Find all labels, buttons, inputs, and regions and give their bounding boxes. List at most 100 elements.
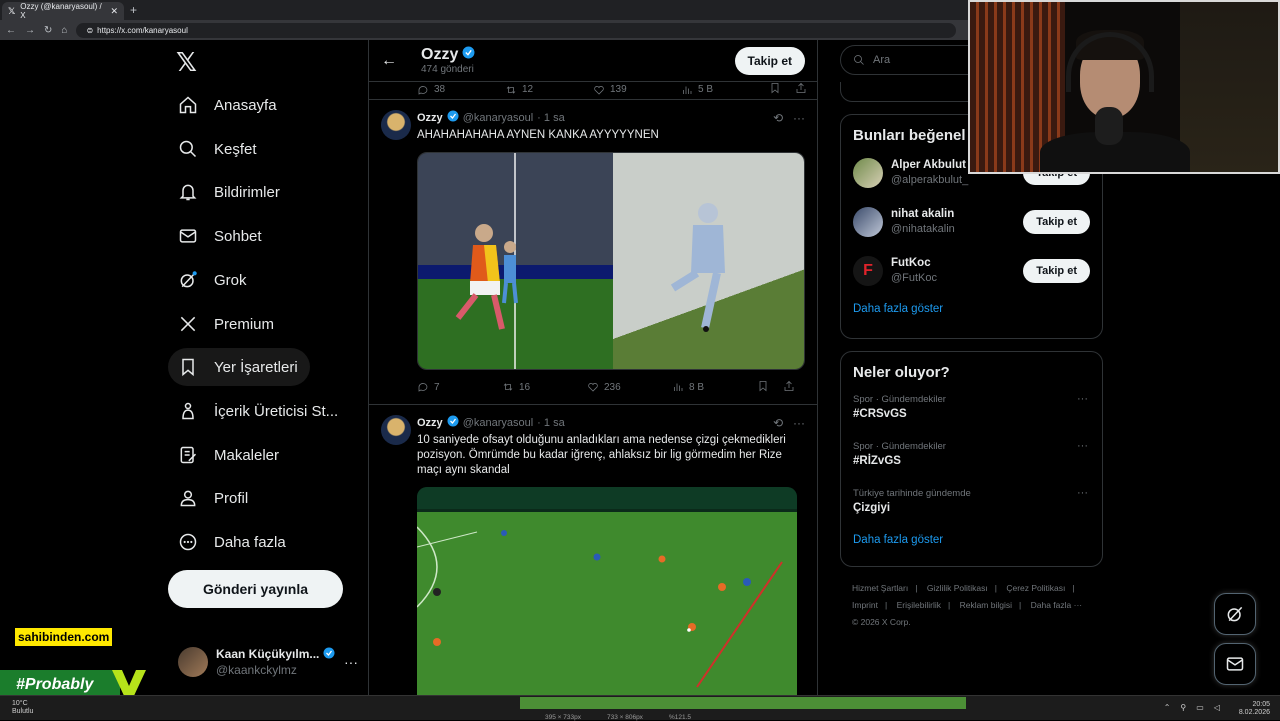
- grok-icon: [1227, 606, 1243, 622]
- nav-item-grok[interactable]: Grok: [168, 261, 259, 299]
- avatar[interactable]: [381, 415, 411, 445]
- share-icon[interactable]: [795, 82, 807, 97]
- avatar: [853, 157, 883, 188]
- nav-item-creator-studio[interactable]: İçerik Üreticisi St...: [168, 392, 350, 430]
- nav-item-messages[interactable]: Sohbet: [168, 217, 274, 255]
- browser-tab[interactable]: 𝕏 Ozzy (@kanaryasoul) / X ✕: [2, 2, 124, 20]
- repost-button[interactable]: 16: [502, 381, 587, 393]
- verified-icon: [447, 415, 459, 431]
- system-tray[interactable]: ⌃ ⚲ ▭ ◁: [1164, 703, 1220, 712]
- grok-explain-icon[interactable]: ⟲: [773, 416, 783, 430]
- new-tab-icon[interactable]: +: [130, 3, 137, 17]
- forward-nav-icon[interactable]: →: [25, 25, 35, 36]
- site-info-icon[interactable]: ⊜: [86, 26, 93, 35]
- nav-label: Daha fazla: [214, 533, 286, 551]
- show-more-link[interactable]: Daha fazla göster: [841, 303, 1102, 315]
- like-button[interactable]: 139: [593, 84, 681, 96]
- back-arrow-icon[interactable]: ←: [381, 52, 397, 70]
- nav-item-home[interactable]: Anasayfa: [168, 86, 289, 124]
- tweet-author-name[interactable]: Ozzy: [417, 416, 443, 430]
- trend-context: Spor · Gündemdekiler: [853, 441, 946, 452]
- post-count: 474 gönderi: [421, 63, 474, 75]
- footer-link[interactable]: Hizmet Şartları: [852, 583, 908, 593]
- x-logo-icon[interactable]: 𝕏: [176, 48, 197, 78]
- more-dots-icon[interactable]: ···: [344, 654, 358, 670]
- views-button[interactable]: 8 B: [672, 381, 757, 393]
- nav-item-notifications[interactable]: Bildirimler: [168, 173, 292, 211]
- follow-button[interactable]: Takip et: [1023, 258, 1090, 283]
- network-icon[interactable]: ▭: [1196, 703, 1204, 712]
- person-icon: [178, 488, 198, 508]
- reply-button[interactable]: 38: [417, 84, 505, 96]
- nav-item-profile[interactable]: Profil: [168, 479, 260, 517]
- follow-suggestion[interactable]: F FutKoc @FutKoc Takip et: [841, 246, 1102, 295]
- suggestion-handle: @FutKoc: [891, 271, 938, 284]
- weather-widget[interactable]: 10°C Bulutlu: [12, 700, 33, 716]
- futkoc-logo-icon: F: [853, 255, 883, 286]
- bookmark-icon[interactable]: [757, 380, 769, 395]
- tweet-author-name[interactable]: Ozzy: [417, 111, 443, 125]
- more-dots-icon[interactable]: ···: [1077, 393, 1088, 405]
- reload-icon[interactable]: ↻: [44, 25, 52, 36]
- views-button[interactable]: 5 B: [681, 84, 769, 96]
- url-field[interactable]: ⊜ https://x.com/kanaryasoul: [76, 22, 957, 38]
- trend-item[interactable]: Türkiye tarihinde gündemde Çizgiyi ···: [841, 487, 1102, 534]
- trends-title: Neler oluyor?: [853, 364, 950, 381]
- nav-item-articles[interactable]: Makaleler: [168, 436, 291, 474]
- tweet-media[interactable]: [417, 152, 805, 370]
- account-switcher[interactable]: Kaan Küçükyılm... @kaankckylmz ···: [178, 644, 358, 680]
- tweet-time[interactable]: · 1 sa: [537, 111, 565, 125]
- home-browser-icon[interactable]: ⌂: [61, 25, 67, 36]
- footer-link[interactable]: Daha fazla ···: [1031, 600, 1083, 610]
- nav-item-premium[interactable]: Premium: [168, 305, 286, 343]
- back-nav-icon[interactable]: ←: [6, 25, 16, 36]
- suggestion-name: FutKoc: [891, 256, 931, 269]
- bookmark-icon[interactable]: [769, 82, 781, 97]
- chevron-up-icon[interactable]: ⌃: [1164, 703, 1171, 712]
- tweet[interactable]: Ozzy @kanaryasoul · 1 sa ⟲ ··· 10 saniye…: [369, 405, 817, 695]
- messages-fab-button[interactable]: [1214, 643, 1256, 685]
- tab-close-icon[interactable]: ✕: [110, 6, 118, 17]
- nav-label: Bildirimler: [214, 183, 280, 201]
- footer-link[interactable]: Erişilebilirlik: [897, 600, 941, 610]
- tweet-author-handle[interactable]: @kanaryasoul: [463, 416, 533, 430]
- account-name: Kaan Küçükyılm...: [216, 647, 320, 661]
- like-button[interactable]: 236: [587, 381, 672, 393]
- trend-item[interactable]: Spor · Gündemdekiler #RİZvGS ···: [841, 440, 1102, 487]
- post-button[interactable]: Gönderi yayınla: [168, 570, 343, 608]
- follow-button[interactable]: Takip et: [734, 46, 805, 75]
- more-dots-icon[interactable]: ···: [793, 416, 805, 430]
- reply-button[interactable]: 7: [417, 381, 502, 393]
- nav-item-explore[interactable]: Keşfet: [168, 130, 269, 168]
- nav-item-more[interactable]: Daha fazla: [168, 523, 298, 561]
- footer-link[interactable]: Imprint: [852, 600, 878, 610]
- suggestion-name: Alper Akbulut: [891, 158, 966, 171]
- more-dots-icon[interactable]: ···: [793, 111, 805, 125]
- bell-icon: [178, 182, 198, 202]
- trend-item[interactable]: Spor · Gündemdekiler #CRSvGS ···: [841, 393, 1102, 440]
- share-icon[interactable]: [783, 380, 795, 395]
- tweet-media[interactable]: [417, 487, 797, 695]
- show-more-link[interactable]: Daha fazla göster: [841, 534, 1102, 546]
- more-dots-icon[interactable]: ···: [1077, 440, 1088, 452]
- search-icon: [178, 139, 198, 159]
- footer-link[interactable]: Çerez Politikası: [1006, 583, 1065, 593]
- tweet[interactable]: Ozzy @kanaryasoul · 1 sa ⟲ ··· AHAHAHAHA…: [369, 100, 817, 405]
- more-dots-icon[interactable]: ···: [1077, 487, 1088, 499]
- microphone-icon[interactable]: ⚲: [1180, 703, 1186, 712]
- avatar[interactable]: [381, 110, 411, 140]
- clock[interactable]: 20:05 8.02.2026: [1239, 701, 1270, 717]
- nav-item-bookmarks[interactable]: Yer İşaretleri: [168, 348, 310, 386]
- grok-fab-button[interactable]: [1214, 593, 1256, 635]
- follow-button[interactable]: Takip et: [1023, 209, 1090, 234]
- grok-explain-icon[interactable]: ⟲: [773, 111, 783, 125]
- speaker-icon[interactable]: ◁: [1214, 703, 1220, 712]
- tweet-time[interactable]: · 1 sa: [537, 416, 565, 430]
- footer-link[interactable]: Reklam bilgisi: [960, 600, 1012, 610]
- profile-name: Ozzy: [421, 45, 459, 63]
- tweet-text: 10 saniyede ofsayt olduğunu anladıkları …: [417, 434, 786, 476]
- follow-suggestion[interactable]: nihat akalin @nihatakalin Takip et: [841, 197, 1102, 246]
- tweet-author-handle[interactable]: @kanaryasoul: [463, 111, 533, 125]
- repost-button[interactable]: 12: [505, 84, 593, 96]
- footer-link[interactable]: Gizlilik Politikası: [927, 583, 988, 593]
